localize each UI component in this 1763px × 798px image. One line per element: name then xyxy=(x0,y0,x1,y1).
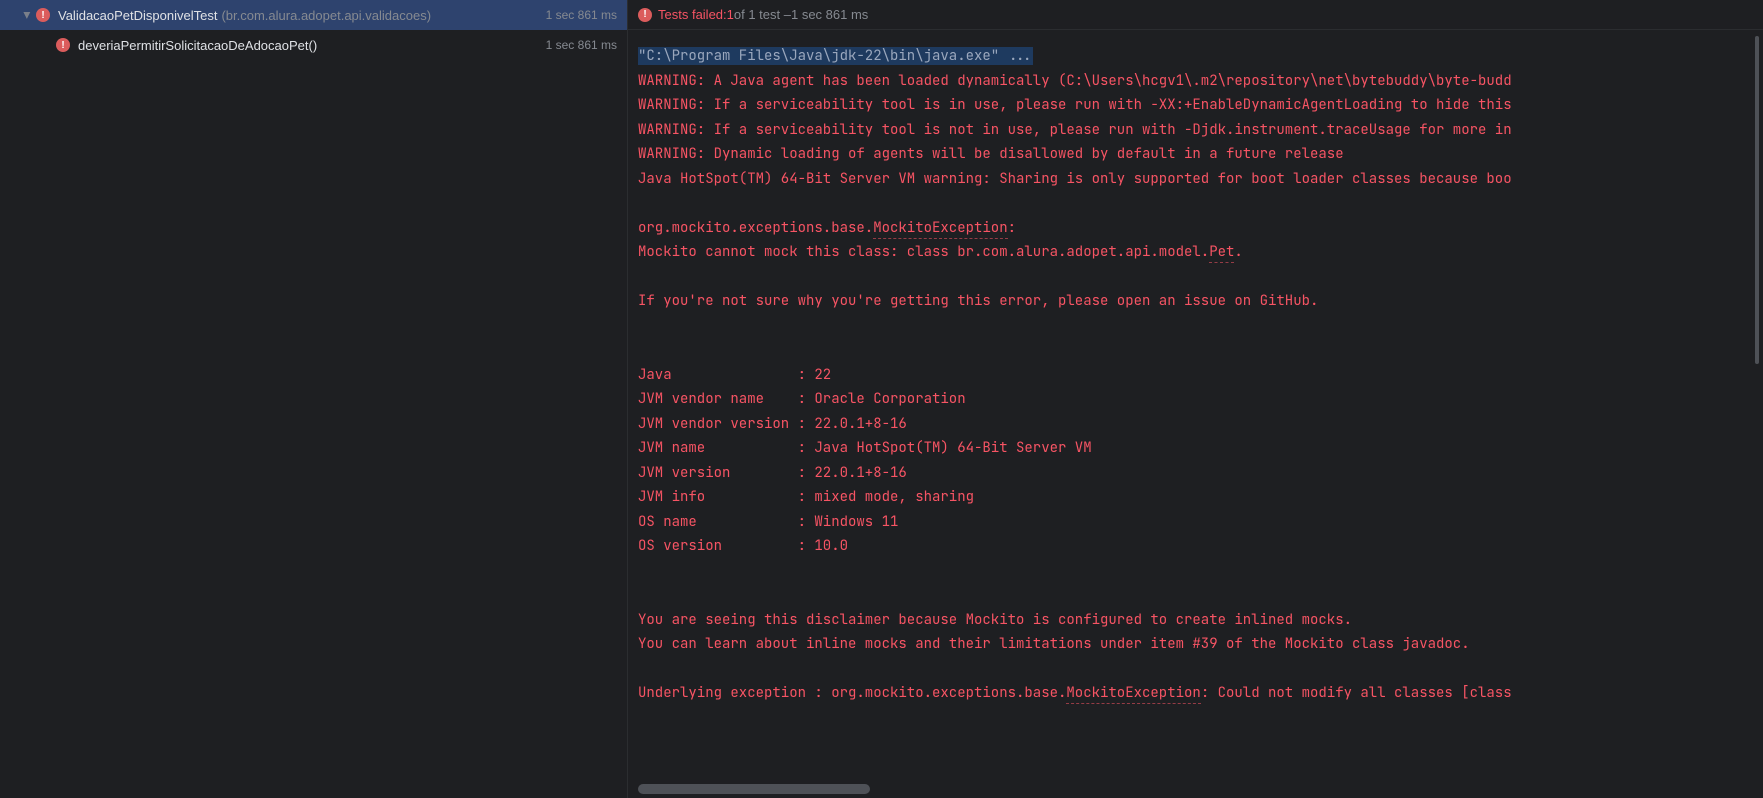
console-line: Underlying exception : org.mockito.excep… xyxy=(638,684,1066,702)
console-line: OS version : 10.0 xyxy=(638,537,848,555)
console-line: You can learn about inline mocks and the… xyxy=(638,635,1470,653)
console-line: JVM version : 22.0.1+8-16 xyxy=(638,464,907,482)
status-prefix: Tests failed: xyxy=(658,7,727,22)
vertical-scrollbar[interactable] xyxy=(1755,36,1759,364)
chevron-down-icon[interactable]: ▶ xyxy=(22,8,33,22)
console-line: JVM info : mixed mode, sharing xyxy=(638,488,974,506)
error-icon xyxy=(56,38,70,52)
console-line: If you're not sure why you're getting th… xyxy=(638,292,1318,310)
console-line: JVM vendor version : 22.0.1+8-16 xyxy=(638,415,907,433)
command-line: "C:\Program Files\Java\jdk-22\bin\java.e… xyxy=(638,47,1033,65)
error-icon xyxy=(36,8,50,22)
status-time: 1 sec 861 ms xyxy=(791,7,868,22)
console-line: Java HotSpot(TM) 64-Bit Server VM warnin… xyxy=(638,170,1512,188)
console-line: JVM vendor name : Oracle Corporation xyxy=(638,390,966,408)
horizontal-scrollbar[interactable] xyxy=(638,784,870,794)
test-method-row[interactable]: deveriaPermitirSolicitacaoDeAdocaoPet() … xyxy=(0,30,627,60)
test-status-bar: Tests failed: 1 of 1 test – 1 sec 861 ms xyxy=(628,0,1763,30)
console-line: WARNING: Dynamic loading of agents will … xyxy=(638,145,1344,163)
error-icon xyxy=(638,8,652,22)
test-class-duration: 1 sec 861 ms xyxy=(546,8,617,22)
console-line: Mockito cannot mock this class: class br… xyxy=(638,243,1209,261)
test-output-panel: Tests failed: 1 of 1 test – 1 sec 861 ms… xyxy=(628,0,1763,798)
console-line: WARNING: If a serviceability tool is in … xyxy=(638,96,1512,114)
status-failed-count: 1 xyxy=(727,7,734,22)
test-class-row[interactable]: ▶ ValidacaoPetDisponivelTest (br.com.alu… xyxy=(0,0,627,30)
console-text: . xyxy=(1234,243,1242,261)
exception-class[interactable]: MockitoException xyxy=(1066,684,1200,704)
test-tree[interactable]: ▶ ValidacaoPetDisponivelTest (br.com.alu… xyxy=(0,0,628,798)
console-output-wrap: "C:\Program Files\Java\jdk-22\bin\java.e… xyxy=(628,30,1763,798)
model-class[interactable]: Pet xyxy=(1209,243,1234,263)
console-line: OS name : Windows 11 xyxy=(638,513,898,531)
test-method-name: deveriaPermitirSolicitacaoDeAdocaoPet() xyxy=(78,38,317,53)
exception-class[interactable]: MockitoException xyxy=(873,219,1007,239)
test-method-duration: 1 sec 861 ms xyxy=(546,38,617,52)
console-line: WARNING: A Java agent has been loaded dy… xyxy=(638,72,1512,90)
console-text: : xyxy=(1008,219,1025,237)
test-class-name: ValidacaoPetDisponivelTest xyxy=(58,8,217,23)
test-run-panel: ▶ ValidacaoPetDisponivelTest (br.com.alu… xyxy=(0,0,1763,798)
console-line: JVM name : Java HotSpot(TM) 64-Bit Serve… xyxy=(638,439,1092,457)
console-text: : Could not modify all classes [class xyxy=(1201,684,1512,702)
console-line: org.mockito.exceptions.base. xyxy=(638,219,873,237)
console-line: Java : 22 xyxy=(638,366,831,384)
test-class-package: (br.com.alura.adopet.api.validacoes) xyxy=(221,8,431,23)
status-mid: of 1 test – xyxy=(734,7,791,22)
console-line: WARNING: If a serviceability tool is not… xyxy=(638,121,1512,139)
console-line: You are seeing this disclaimer because M… xyxy=(638,611,1352,629)
console-output[interactable]: "C:\Program Files\Java\jdk-22\bin\java.e… xyxy=(628,30,1763,798)
